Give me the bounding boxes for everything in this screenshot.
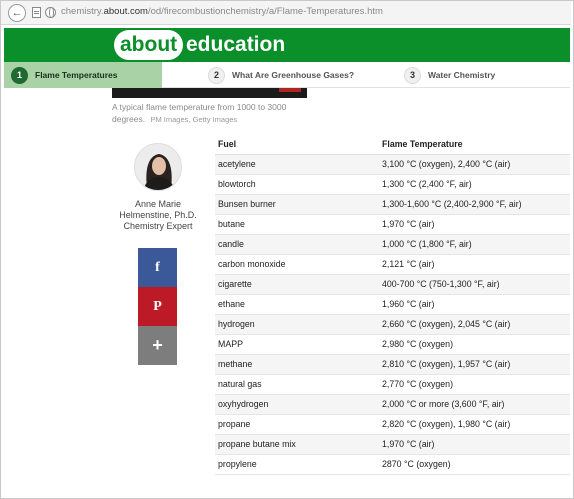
table-row: natural gas 2,770 °C (oxygen) [215, 374, 570, 395]
temperature-cell: 1,960 °C (air) [379, 294, 570, 315]
fuel-cell: butane [215, 214, 379, 235]
globe-icon [45, 7, 56, 18]
back-arrow-icon[interactable]: ← [8, 4, 26, 22]
fuel-cell: natural gas [215, 374, 379, 395]
step-greenhouse-gases[interactable]: 2 What Are Greenhouse Gases? [208, 62, 354, 88]
step-water-chemistry[interactable]: 3 Water Chemistry [404, 62, 495, 88]
table-row: carbon monoxide 2,121 °C (air) [215, 254, 570, 275]
step-number: 1 [11, 66, 28, 84]
table-row: Bunsen burner 1,300-1,600 °C (2,400-2,900… [215, 194, 570, 215]
fuel-cell: ethane [215, 294, 379, 315]
fuel-cell: acetylene [215, 154, 379, 175]
step-navigation: 1 Flame Temperatures 2 What Are Greenhou… [4, 62, 570, 88]
fuel-cell: blowtorch [215, 174, 379, 195]
pinterest-icon: P [153, 298, 162, 314]
temperature-cell: 1,000 °C (1,800 °F, air) [379, 234, 570, 255]
fuel-cell: candle [215, 234, 379, 255]
column-header-fuel: Fuel [215, 134, 379, 155]
step-label: Water Chemistry [428, 70, 496, 80]
table-row: MAPP 2,980 °C (oxygen) [215, 334, 570, 355]
education-logo[interactable]: education [186, 30, 285, 60]
plus-icon: + [152, 335, 163, 355]
table-row: oxyhydrogen 2,000 °C or more (3,600 °F, a… [215, 394, 570, 415]
temperature-cell: 1,300 °C (2,400 °F, air) [379, 174, 570, 195]
pinterest-share-button[interactable]: P [138, 287, 177, 326]
url-path: /od/firecombustionchemistry/a/Flame-Temp… [147, 6, 383, 17]
step-flame-temperatures[interactable]: 1 Flame Temperatures [4, 62, 162, 88]
image-caption: A typical flame temperature from 1000 to… [112, 101, 312, 126]
page-icon [32, 7, 41, 18]
author-name[interactable]: Anne Marie Helmenstine, Ph.D. [108, 199, 208, 221]
fuel-cell: hydrogen [215, 314, 379, 335]
temperature-cell: 2,980 °C (oxygen) [379, 334, 570, 355]
table-row: hydrogen 2,660 °C (oxygen), 2,045 °C (air… [215, 314, 570, 335]
fuel-cell: propylene [215, 454, 379, 475]
table-row: blowtorch 1,300 °C (2,400 °F, air) [215, 174, 570, 195]
fuel-cell: cigarette [215, 274, 379, 295]
fuel-cell: oxyhydrogen [215, 394, 379, 415]
fuel-cell: MAPP [215, 334, 379, 355]
fuel-cell: propane [215, 414, 379, 435]
fuel-cell: methane [215, 354, 379, 375]
url-prefix: chemistry. [61, 6, 104, 17]
table-row: butane 1,970 °C (air) [215, 214, 570, 235]
step-number: 3 [404, 66, 421, 84]
table-row: acetylene 3,100 °C (oxygen), 2,400 °C (ai… [215, 154, 570, 175]
address-bar[interactable]: chemistry.about.com/od/firecombustionche… [61, 6, 383, 17]
temperature-cell: 1,970 °C (air) [379, 214, 570, 235]
more-share-button[interactable]: + [138, 326, 177, 365]
facebook-icon: f [155, 259, 160, 275]
temperature-cell: 2,121 °C (air) [379, 254, 570, 275]
table-row: cigarette 400-700 °C (750-1,300 °F, air) [215, 274, 570, 295]
step-number: 2 [208, 66, 225, 84]
table-header-row: Fuel Flame Temperature [215, 134, 570, 155]
site-header: about education [4, 28, 570, 62]
temperature-cell: 2,770 °C (oxygen) [379, 374, 570, 395]
browser-toolbar: ← chemistry.about.com/od/firecombustionc… [1, 1, 571, 25]
temperature-cell: 2,660 °C (oxygen), 2,045 °C (air) [379, 314, 570, 335]
table-row: candle 1,000 °C (1,800 °F, air) [215, 234, 570, 255]
temperature-cell: 3,100 °C (oxygen), 2,400 °C (air) [379, 154, 570, 175]
temperature-cell: 1,300-1,600 °C (2,400-2,900 °F, air) [379, 194, 570, 215]
temperature-cell: 2870 °C (oxygen) [379, 454, 570, 475]
author-role: Chemistry Expert [123, 221, 193, 231]
step-label: Flame Temperatures [35, 70, 118, 80]
flame-temperature-table: Fuel Flame Temperature acetylene 3,100 °C… [215, 134, 570, 475]
temperature-cell: 1,970 °C (air) [379, 434, 570, 455]
url-host: about.com [103, 6, 148, 17]
table-row: ethane 1,960 °C (air) [215, 294, 570, 315]
about-logo[interactable]: about [114, 30, 184, 60]
temperature-cell: 400-700 °C (750-1,300 °F, air) [379, 274, 570, 295]
flame-image [112, 88, 307, 98]
table-row: propane 2,820 °C (oxygen), 1,980 °C (air) [215, 414, 570, 435]
image-credit: PM Images, Getty Images [150, 115, 238, 124]
author-avatar[interactable] [134, 143, 182, 191]
temperature-cell: 2,000 °C or more (3,600 °F, air) [379, 394, 570, 415]
table-row: propane butane mix 1,970 °C (air) [215, 434, 570, 455]
table-row: propylene 2870 °C (oxygen) [215, 454, 570, 475]
step-label: What Are Greenhouse Gases? [232, 70, 355, 80]
temperature-cell: 2,820 °C (oxygen), 1,980 °C (air) [379, 414, 570, 435]
fuel-cell: propane butane mix [215, 434, 379, 455]
facebook-share-button[interactable]: f [138, 248, 177, 287]
column-header-flame-temperature: Flame Temperature [379, 134, 570, 155]
table-row: methane 2,810 °C (oxygen), 1,957 °C (air) [215, 354, 570, 375]
fuel-cell: Bunsen burner [215, 194, 379, 215]
temperature-cell: 2,810 °C (oxygen), 1,957 °C (air) [379, 354, 570, 375]
fuel-cell: carbon monoxide [215, 254, 379, 275]
